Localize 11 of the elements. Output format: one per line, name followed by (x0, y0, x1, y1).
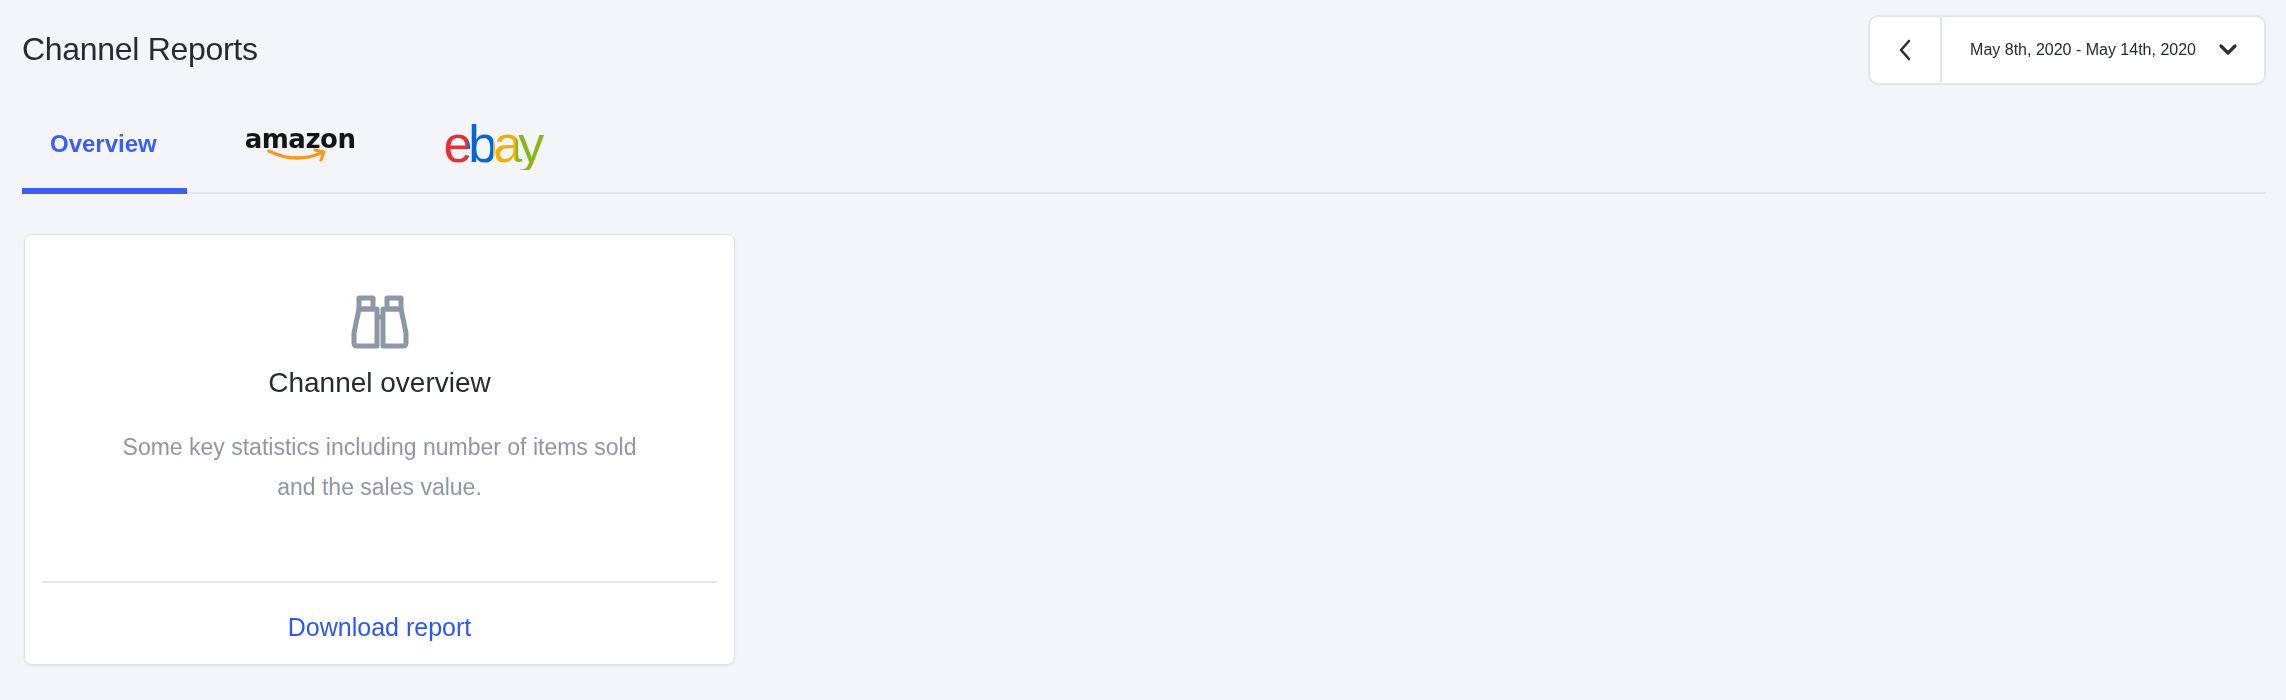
chevron-down-icon (2218, 42, 2238, 57)
binoculars-icon (350, 295, 409, 349)
channel-tab[interactable]: amazon (216, 99, 386, 194)
channel-tab[interactable]: ebay (415, 99, 575, 194)
card-title: Channel overview (268, 367, 491, 399)
date-range-dropdown[interactable]: May 8th, 2020 - May 14th, 2020 (1942, 16, 2264, 83)
card-description: Some key statistics including number of items sold and the sales value. (121, 433, 638, 502)
chevron-left-icon (1898, 38, 1913, 61)
channel-tab[interactable]: Overview (22, 99, 187, 194)
download-report-link[interactable]: Download report (287, 613, 472, 642)
page-title: Channel Reports (22, 31, 258, 68)
